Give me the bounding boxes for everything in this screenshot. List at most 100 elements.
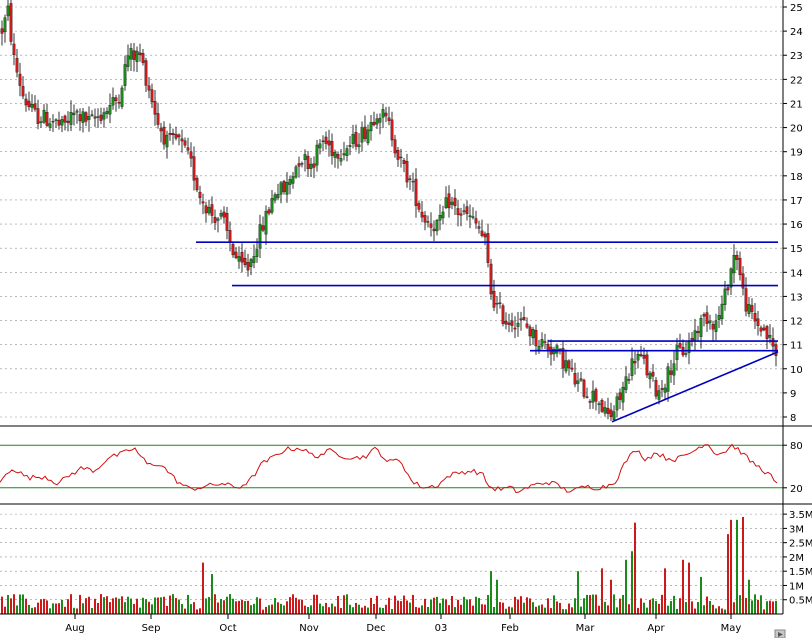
volume-bar (286, 601, 288, 614)
volume-bar (583, 598, 585, 614)
candle-down (609, 409, 613, 417)
volume-bar (301, 599, 303, 614)
candle-up (378, 117, 382, 123)
volume-bar (265, 606, 267, 614)
candle-down (642, 354, 646, 359)
volume-bar (517, 599, 519, 614)
volume-bar (235, 601, 237, 614)
candle-down (501, 305, 505, 324)
volume-bar (253, 603, 255, 614)
candle-down (765, 326, 769, 339)
volume-bar (214, 594, 216, 614)
candle-up (471, 216, 475, 218)
volume-bar (436, 596, 438, 614)
candle-down (225, 213, 229, 231)
volume-bar (760, 595, 762, 614)
volume-bar (109, 602, 111, 614)
volume-bar (673, 595, 675, 614)
candle-down (399, 156, 403, 159)
candle-down (153, 101, 157, 115)
volume-bar (112, 598, 114, 614)
volume-bar (298, 599, 300, 614)
candle-down (372, 121, 376, 126)
volume-bar (499, 602, 501, 614)
candle-down (21, 86, 25, 97)
volume-bar (769, 600, 771, 614)
candle-down (159, 128, 163, 132)
volume-bar (568, 603, 570, 614)
candle-down (678, 343, 682, 348)
volume-bar (166, 605, 168, 614)
candle-up (270, 198, 274, 213)
volume-bar (685, 602, 687, 614)
volume-bar (574, 598, 576, 614)
volume-tick-label: 2M (789, 553, 804, 564)
candle-down (213, 216, 217, 223)
volume-bar (601, 568, 603, 614)
candle-down (9, 3, 13, 42)
candle-up (630, 358, 634, 376)
candle-down (738, 258, 742, 276)
price-tick-label: 24 (790, 27, 803, 38)
volume-bar (616, 607, 618, 614)
volume-bar (523, 602, 525, 614)
candle-up (42, 109, 46, 123)
volume-bar (739, 595, 741, 614)
volume-bar (589, 595, 591, 614)
candle-down (645, 354, 649, 376)
candle-down (78, 114, 82, 122)
price-tick-label: 16 (790, 220, 803, 231)
candle-down (297, 163, 301, 167)
volume-bar (319, 603, 321, 614)
candle-down (63, 115, 67, 123)
volume-bar (325, 602, 327, 614)
volume-bar (754, 594, 756, 614)
volume-bar (4, 606, 6, 614)
volume-bar (520, 596, 522, 614)
candle-down (414, 178, 418, 206)
candle-down (150, 89, 154, 103)
candle-down (189, 151, 193, 159)
volume-bar (751, 600, 753, 614)
volume-axis: 0.5M 1M 1.5M 2M 2.5M 3M 3.5M (783, 510, 812, 607)
price-axis: 8 9 10 11 12 13 14 15 16 17 18 19 20 21 22 23 24 25 (783, 3, 803, 424)
volume-bar (73, 607, 75, 614)
candle-up (333, 152, 337, 158)
x-tick-label: Dec (366, 623, 385, 634)
volume-bar (694, 608, 696, 614)
price-tick-label: 25 (790, 3, 803, 14)
volume-bar (460, 604, 462, 614)
volume-bar (364, 605, 366, 614)
candle-up (237, 256, 241, 262)
candle-up (126, 55, 130, 67)
scroll-arrow-icon[interactable] (774, 629, 786, 638)
candle-up (576, 380, 580, 384)
candle-down (327, 140, 331, 146)
volume-bar (628, 604, 630, 614)
x-tick-label: Sep (142, 623, 161, 634)
candle-down (420, 211, 424, 218)
candle-up (105, 110, 109, 114)
candle-up (264, 210, 268, 235)
volume-bar (205, 598, 207, 614)
volume-bar (586, 594, 588, 614)
volume-bar (526, 597, 528, 614)
volume-bar (13, 594, 15, 614)
volume-bar (772, 601, 774, 614)
candle-down (27, 100, 31, 108)
volume-bar (490, 571, 492, 614)
candle-up (708, 320, 712, 324)
candle-down (306, 155, 310, 169)
volume-bar (220, 599, 222, 614)
oscillator-line (0, 443, 778, 494)
volume-bar (646, 607, 648, 614)
candle-down (633, 361, 637, 364)
x-tick-label: Nov (299, 623, 319, 634)
volume-bar (487, 595, 489, 614)
candle-down (711, 324, 715, 330)
x-tick-label: May (721, 623, 742, 634)
volume-bar (457, 599, 459, 614)
volume-bar (337, 595, 339, 614)
candle-up (375, 118, 379, 125)
volume-tick-label: 3.5M (789, 510, 812, 521)
